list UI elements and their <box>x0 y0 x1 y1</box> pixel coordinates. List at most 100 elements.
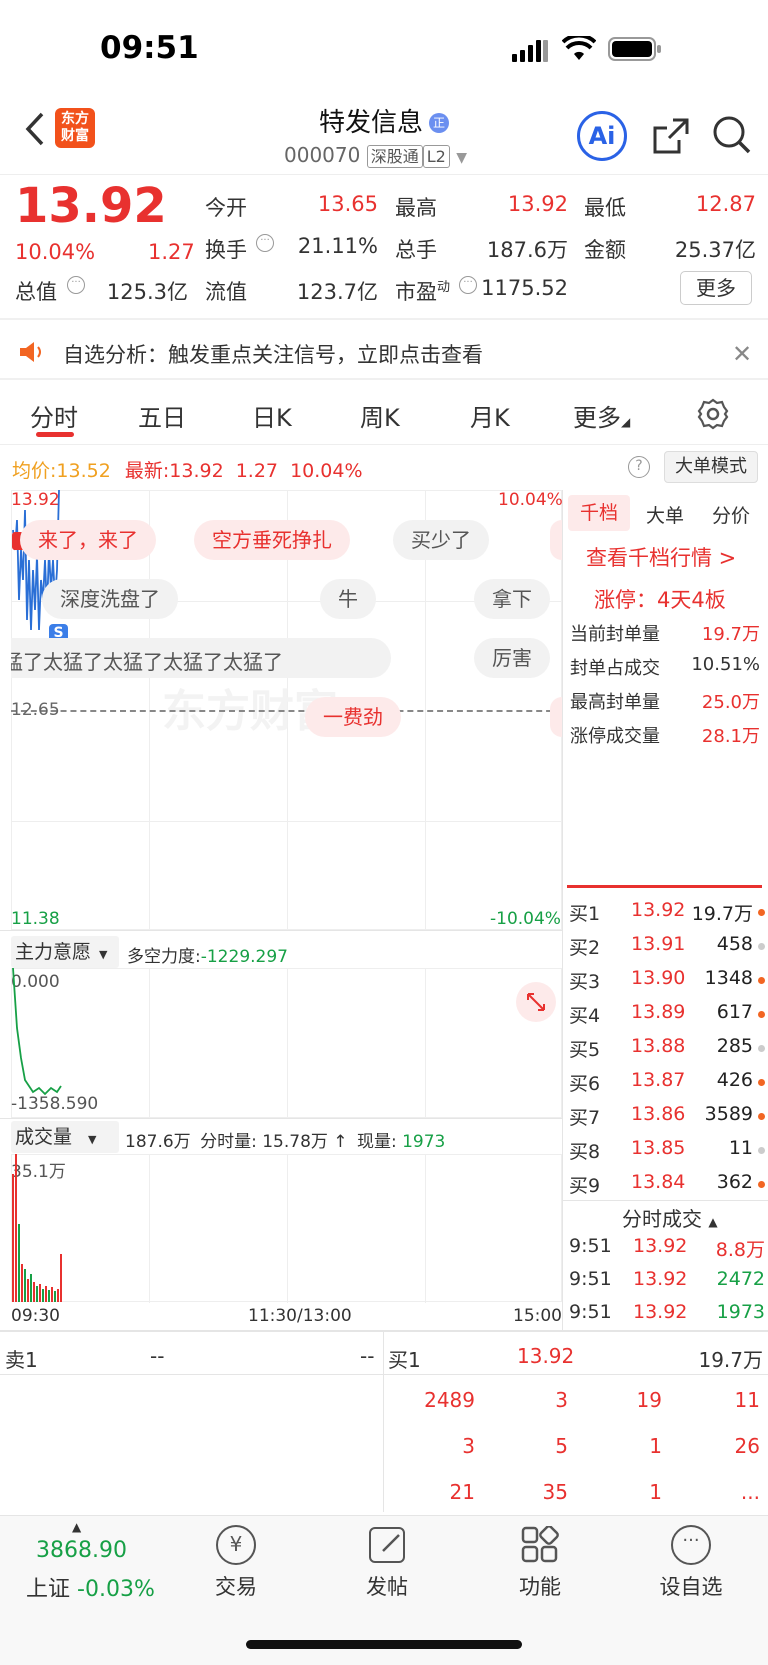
ob-volume: 458 <box>716 933 753 955</box>
ob-price: 13.87 <box>631 1069 686 1091</box>
danmaku-bubble[interactable]: 牛 <box>320 579 376 619</box>
danmaku-bubble[interactable]: 深度洗盘了 <box>42 579 178 619</box>
ob-price: 13.86 <box>631 1103 686 1125</box>
queue-cell: ... <box>740 1480 760 1504</box>
stat-value: 19.7万 <box>701 624 760 645</box>
danmaku-bubble[interactable]: 来了，来了 <box>20 520 156 560</box>
order-book-row: 买1 13.92 19.7万 <box>567 895 767 929</box>
ob-volume: 362 <box>716 1171 753 1193</box>
level2-tag: L2 <box>422 145 450 168</box>
tab-intraday[interactable]: 分时 <box>30 398 78 433</box>
big-order-mode-button[interactable]: 大单模式 <box>664 451 758 483</box>
current-price: 13.92 <box>15 178 167 234</box>
sz-connect-tag: 深股通 <box>366 145 423 168</box>
order-book-row: 买7 13.86 3589 <box>567 1099 767 1133</box>
ob-price: 13.91 <box>631 933 686 955</box>
tab-more[interactable]: 更多◢ <box>573 398 630 433</box>
nav-functions[interactable]: 功能 <box>510 1525 570 1601</box>
indicator-select[interactable]: 主力意愿 ▼ <box>11 936 119 968</box>
danmaku-bubble[interactable]: 拿下 <box>474 579 550 619</box>
stat-value: 25.0万 <box>701 692 760 713</box>
signal-icon <box>512 40 548 62</box>
high-value: 13.92 <box>507 192 568 216</box>
danmaku-bubble[interactable]: 猛了太猛了太猛了太猛了太猛了 <box>11 638 391 678</box>
divider <box>0 1118 562 1119</box>
more-button[interactable]: 更多 <box>680 271 752 305</box>
ticks-title[interactable]: 分时成交 ▲ <box>622 1203 718 1232</box>
nav-trade[interactable]: ¥ 交易 <box>206 1525 266 1601</box>
nav-add-watchlist[interactable]: ··· 设自选 <box>651 1525 731 1601</box>
side-tab-1000[interactable]: 千档 <box>568 495 630 531</box>
queue-cell: 1 <box>649 1480 662 1504</box>
divider <box>0 318 768 320</box>
ob-price: 13.85 <box>631 1137 686 1159</box>
settings-icon[interactable] <box>697 398 729 434</box>
divider <box>0 378 768 380</box>
turnover-label: 换手 <box>205 238 247 262</box>
ob-level: 买6 <box>569 1073 601 1095</box>
time-start: 09:30 <box>11 1306 60 1326</box>
status-time: 09:51 <box>100 30 199 66</box>
divider <box>562 490 563 1330</box>
stock-code: 000070 <box>284 143 361 167</box>
ob-volume: 1348 <box>704 967 753 989</box>
divider <box>0 444 768 445</box>
queue-cell: 26 <box>734 1434 760 1458</box>
info-icon[interactable]: ··· <box>459 276 477 294</box>
nav-post[interactable]: 发帖 <box>357 1525 417 1601</box>
danmaku-bubble[interactable]: 一费劲 <box>305 697 401 737</box>
chart-info-line: 均价:13.52 最新:13.92 1.27 10.04% <box>12 460 363 482</box>
ob-price: 13.88 <box>631 1035 686 1057</box>
tab-monthly-k[interactable]: 月K <box>470 398 510 433</box>
view-1000-link[interactable]: 查看千档行情 > <box>586 542 736 572</box>
volume-select[interactable]: 成交量 ▼ <box>11 1121 119 1153</box>
side-tab-big[interactable]: 大单 <box>646 501 684 528</box>
ob-price: 13.89 <box>631 1001 686 1023</box>
queue-cell: 3 <box>462 1434 475 1458</box>
tab-five-day[interactable]: 五日 <box>138 398 186 433</box>
notice-text[interactable]: 自选分析：触发重点关注信号，立即点击查看 <box>63 339 483 369</box>
index-ticker[interactable]: 上证 -0.03% <box>26 1571 155 1603</box>
total-hand-value: 187.6万 <box>486 238 568 262</box>
wifi-icon <box>561 33 597 66</box>
time-end: 15:00 <box>513 1306 562 1326</box>
index-value[interactable]: 3868.90 <box>36 1538 127 1563</box>
divider <box>0 1374 768 1375</box>
ob-volume: 19.7万 <box>691 903 753 925</box>
ob-dot-icon <box>758 1181 765 1188</box>
buy1-label: 买1 <box>388 1348 421 1372</box>
info-icon[interactable]: ··· <box>256 234 274 252</box>
share-icon[interactable] <box>651 116 691 160</box>
danmaku-bubble[interactable]: 厉害 <box>474 638 550 678</box>
close-icon[interactable]: ✕ <box>732 340 752 368</box>
divider <box>383 1332 384 1512</box>
ob-volume: 285 <box>716 1035 753 1057</box>
ob-volume: 426 <box>716 1069 753 1091</box>
stat-value: 28.1万 <box>701 726 760 747</box>
ai-button[interactable]: Ai <box>577 111 627 161</box>
ob-level: 买3 <box>569 971 601 993</box>
queue-cell: 2489 <box>424 1388 475 1412</box>
search-icon[interactable] <box>712 115 752 159</box>
ob-dot-icon <box>758 1011 765 1018</box>
danmaku-bubble[interactable]: 买少了 <box>393 520 489 560</box>
side-tab-price[interactable]: 分价 <box>712 501 750 528</box>
order-book-row: 买8 13.85 11 <box>567 1133 767 1167</box>
expand-icon[interactable] <box>516 982 556 1022</box>
volume-chart[interactable] <box>11 1154 562 1303</box>
ob-level: 买1 <box>569 903 601 925</box>
danmaku-bubble[interactable]: 空方垂死挣扎 <box>194 520 350 560</box>
queue-cell: 11 <box>734 1388 760 1412</box>
tab-weekly-k[interactable]: 周K <box>360 398 400 433</box>
order-book-row: 买9 13.84 362 <box>567 1167 767 1201</box>
tab-daily-k[interactable]: 日K <box>252 398 292 433</box>
grid-icon <box>521 1525 559 1564</box>
help-icon[interactable]: ? <box>628 456 650 478</box>
dropdown-icon[interactable]: ▼ <box>456 150 467 166</box>
order-book-row: 买4 13.89 617 <box>567 997 767 1031</box>
mktcap-value: 125.3亿 <box>106 280 188 304</box>
volume-readout: 187.6万 分时量: 15.78万 ↑ 现量: 1973 <box>125 1132 446 1152</box>
stat-label: 最高封单量 <box>570 692 660 713</box>
info-icon[interactable]: ··· <box>67 276 85 294</box>
stat-label: 当前封单量 <box>570 624 660 645</box>
